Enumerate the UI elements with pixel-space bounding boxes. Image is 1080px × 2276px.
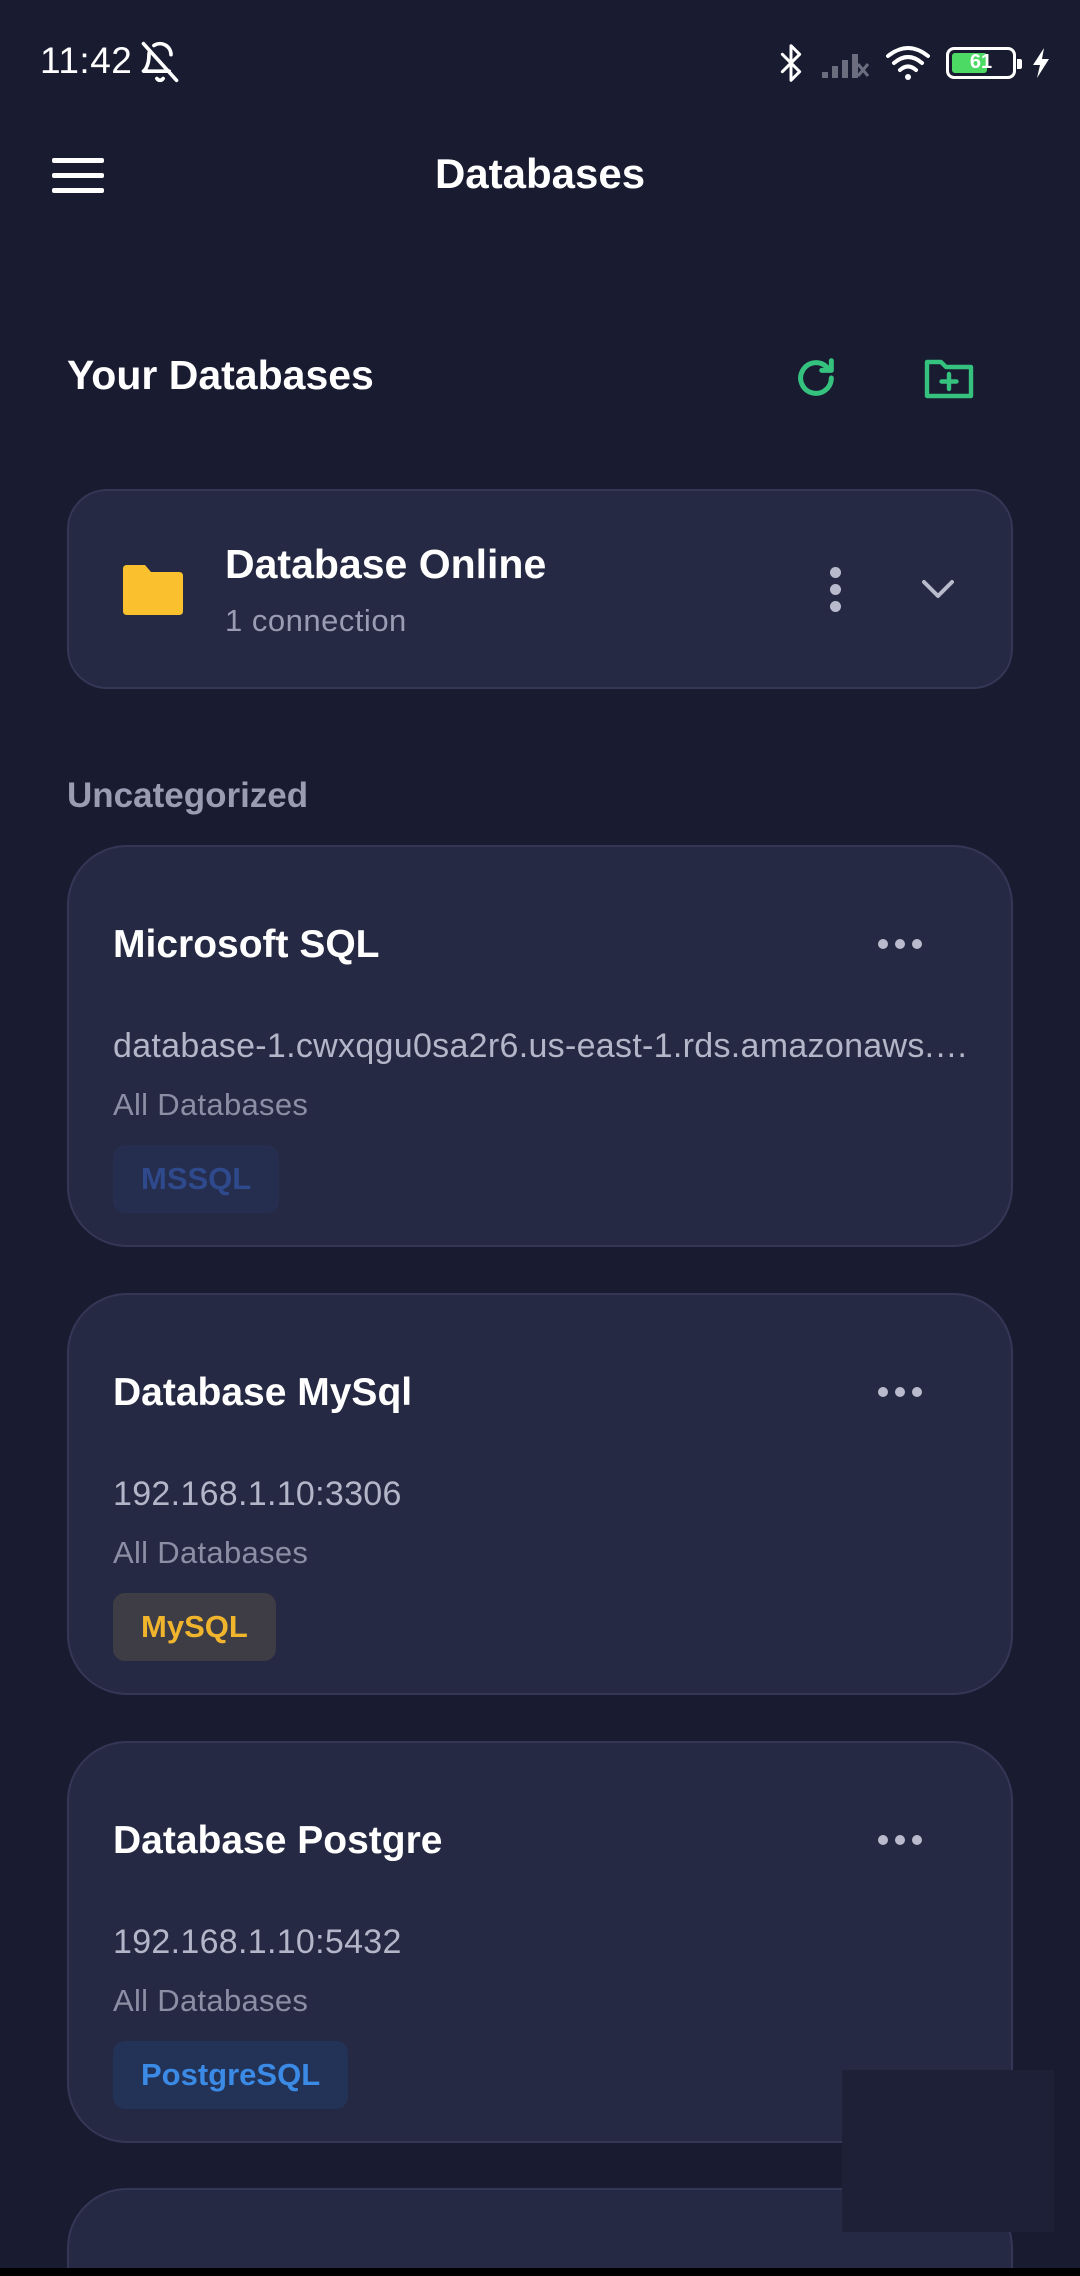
connection-name: Microsoft SQL (113, 923, 380, 966)
folder-name: Database Online (225, 541, 547, 587)
connection-more-button[interactable] (867, 1815, 933, 1865)
connection-host: 192.168.1.10:5432 (113, 1923, 402, 1961)
db-type-badge: MySQL (113, 1593, 276, 1661)
connection-card-mysql[interactable]: Database MySql 192.168.1.10:3306 All Dat… (67, 1293, 1013, 1695)
overlay-block (842, 2070, 1054, 2232)
expand-folder-button[interactable] (911, 561, 965, 617)
connection-database: All Databases (113, 1983, 309, 2018)
connection-card-mssql[interactable]: Microsoft SQL database-1.cwxqgu0sa2r6.us… (67, 845, 1013, 1247)
chevron-down-icon (922, 580, 954, 598)
group-label-uncategorized: Uncategorized (67, 776, 309, 815)
connection-name: Database Postgre (113, 1819, 443, 1862)
battery-level: 61 (969, 51, 993, 73)
add-folder-button[interactable] (918, 348, 980, 408)
folder-plus-icon (924, 359, 974, 399)
bell-off-icon (141, 41, 179, 83)
connection-name: Database MySql (113, 1371, 413, 1414)
navigation-bar (0, 2268, 1080, 2276)
signal-icon (822, 54, 870, 78)
bluetooth-icon (780, 44, 802, 82)
folder-icon (123, 565, 183, 615)
wifi-icon (886, 46, 930, 80)
status-time: 11:42 (40, 40, 133, 81)
refresh-icon (798, 358, 834, 396)
connection-database: All Databases (113, 1087, 309, 1122)
charging-icon (1033, 48, 1049, 78)
connection-more-button[interactable] (867, 919, 933, 969)
section-title: Your Databases (67, 352, 374, 398)
app-bar: Databases (0, 120, 1080, 230)
page-title: Databases (434, 150, 646, 197)
status-bar: 11:42 61 (0, 0, 1080, 120)
connection-more-button[interactable] (867, 1367, 933, 1417)
connection-host: 192.168.1.10:3306 (113, 1475, 402, 1513)
status-icons: 61 (776, 40, 1052, 86)
refresh-button[interactable] (786, 348, 846, 408)
battery-icon: 61 (946, 47, 1022, 79)
db-type-badge: MSSQL (113, 1145, 280, 1213)
db-type-badge: PostgreSQL (113, 2041, 349, 2109)
folder-connection-count: 1 connection (225, 603, 407, 638)
connection-database: All Databases (113, 1535, 309, 1570)
connection-host: database-1.cwxqgu0sa2r6.us-east-1.rds.am… (113, 1027, 973, 1065)
folder-card[interactable]: Database Online 1 connection (67, 489, 1013, 689)
folder-menu-button[interactable] (813, 553, 857, 625)
